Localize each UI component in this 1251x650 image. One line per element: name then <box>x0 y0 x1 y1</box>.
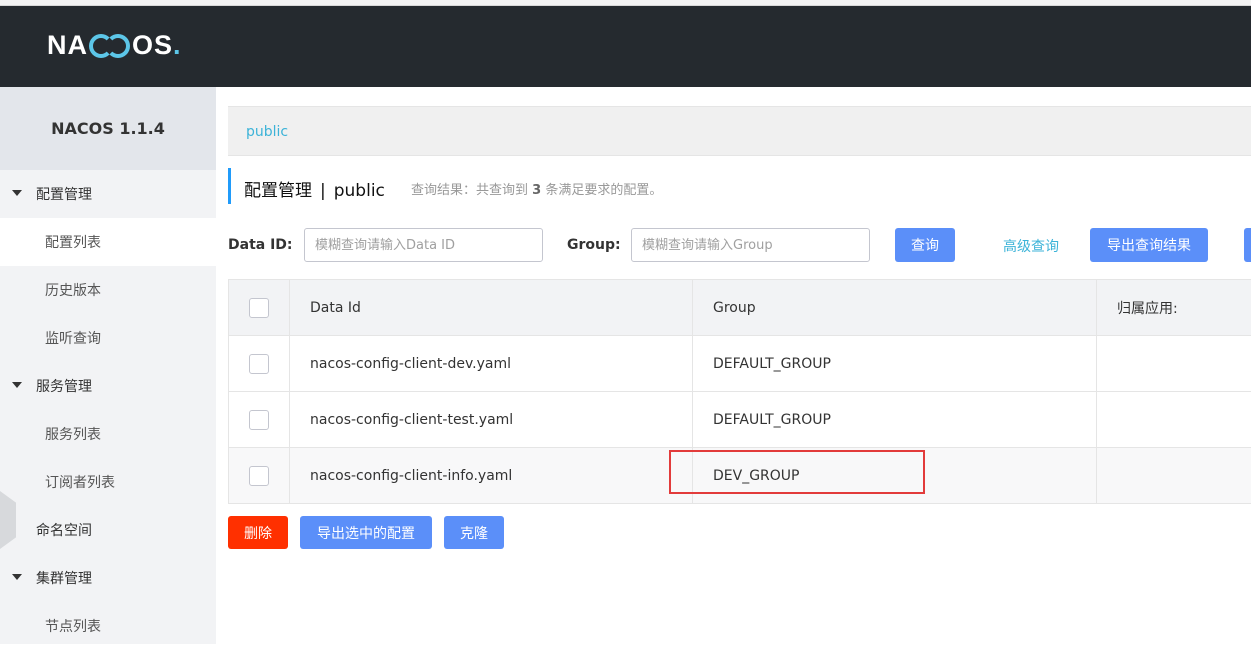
sidebar-item-label: 订阅者列表 <box>45 475 115 491</box>
app-cell <box>1097 336 1251 391</box>
table-row: nacos-config-client-test.yaml DEFAULT_GR… <box>229 392 1251 448</box>
sidebar-item-label: 命名空间 <box>36 523 92 539</box>
row-checkbox[interactable] <box>249 353 269 374</box>
sidebar-item-history[interactable]: 历史版本 <box>0 266 216 314</box>
delete-button[interactable]: 删除 <box>228 516 288 549</box>
sidebar-item-label: 监听查询 <box>45 331 101 347</box>
sidebar-item-label: 服务列表 <box>45 427 101 443</box>
group-cell: DEFAULT_GROUP <box>693 336 1097 391</box>
caret-down-icon <box>12 574 22 580</box>
sidebar-item-listener-query[interactable]: 监听查询 <box>0 314 216 362</box>
sidebar-group-config-management[interactable]: 配置管理 <box>0 170 216 218</box>
caret-down-icon <box>12 190 22 196</box>
namespace-tab-public[interactable]: public <box>246 124 288 140</box>
caret-down-icon <box>12 382 22 388</box>
sidebar-item-label: 历史版本 <box>45 283 101 299</box>
app-cell <box>1097 448 1251 503</box>
sidebar-item-label: 集群管理 <box>36 571 92 587</box>
logo-rings-icon <box>89 33 131 59</box>
query-result-hint: 查询结果：共查询到 3 条满足要求的配置。 <box>411 183 663 198</box>
group-cell: DEFAULT_GROUP <box>693 392 1097 447</box>
select-all-checkbox[interactable] <box>249 297 269 318</box>
logo-text-right: OS <box>132 30 174 60</box>
query-button[interactable]: 查询 <box>895 228 955 262</box>
data-id-label: Data ID: <box>228 237 293 253</box>
app-cell <box>1097 392 1251 447</box>
result-count: 3 <box>532 183 542 198</box>
row-checkbox[interactable] <box>249 409 269 430</box>
row-checkbox[interactable] <box>249 465 269 486</box>
data-id-cell: nacos-config-client-test.yaml <box>290 392 693 447</box>
namespace-bar: public <box>228 106 1251 156</box>
sidebar-item-label: 配置列表 <box>45 235 101 251</box>
sidebar-item-label: 节点列表 <box>45 619 101 635</box>
data-id-input[interactable] <box>304 228 543 262</box>
sidebar-item-node-list[interactable]: 节点列表 <box>0 602 216 650</box>
table-header-row: Data Id Group 归属应用: <box>229 280 1251 336</box>
group-label: Group: <box>567 237 621 253</box>
group-input[interactable] <box>631 228 870 262</box>
data-id-cell: nacos-config-client-info.yaml <box>290 448 693 503</box>
logo-dot: . <box>173 30 182 60</box>
sidebar-item-service-list[interactable]: 服务列表 <box>0 410 216 458</box>
page-title-text: 配置管理 <box>244 181 312 201</box>
data-id-cell: nacos-config-client-dev.yaml <box>290 336 693 391</box>
highlight-annotation-box <box>669 450 925 494</box>
advanced-query-link[interactable]: 高级查询 <box>1003 236 1059 256</box>
sidebar-item-subscriber-list[interactable]: 订阅者列表 <box>0 458 216 506</box>
page-title: 配置管理 | public <box>244 176 385 201</box>
sidebar-item-config-list[interactable]: 配置列表 <box>0 218 216 266</box>
sidebar-item-namespace[interactable]: 命名空间 <box>0 506 216 554</box>
page-title-bar: 配置管理 | public 查询结果：共查询到 3 条满足要求的配置。 <box>228 168 662 204</box>
sidebar-item-label: 服务管理 <box>36 379 92 395</box>
export-selected-button[interactable]: 导出选中的配置 <box>300 516 432 549</box>
export-results-button[interactable]: 导出查询结果 <box>1090 228 1208 262</box>
top-header: NA OS . <box>0 6 1251 87</box>
sidebar: NACOS 1.1.4 配置管理 配置列表 历史版本 监听查询 服务管理 服务列… <box>0 87 216 644</box>
column-header-group: Group <box>693 280 1097 335</box>
page-title-namespace: public <box>333 181 385 201</box>
table-row: nacos-config-client-dev.yaml DEFAULT_GRO… <box>229 336 1251 392</box>
logo-text-left: NA <box>47 30 88 60</box>
column-header-data-id: Data Id <box>290 280 693 335</box>
sidebar-title: NACOS 1.1.4 <box>0 87 216 170</box>
sidebar-item-label: 配置管理 <box>36 187 92 203</box>
sidebar-group-service-management[interactable]: 服务管理 <box>0 362 216 410</box>
sidebar-group-cluster-management[interactable]: 集群管理 <box>0 554 216 602</box>
new-config-button[interactable] <box>1244 228 1251 262</box>
nacos-logo: NA OS . <box>47 30 182 61</box>
column-header-app: 归属应用: <box>1117 300 1178 317</box>
title-separator: | <box>320 181 326 201</box>
search-bar: Data ID: Group: 查询 高级查询 导出查询结果 <box>228 228 1251 262</box>
clone-button[interactable]: 克隆 <box>444 516 504 549</box>
